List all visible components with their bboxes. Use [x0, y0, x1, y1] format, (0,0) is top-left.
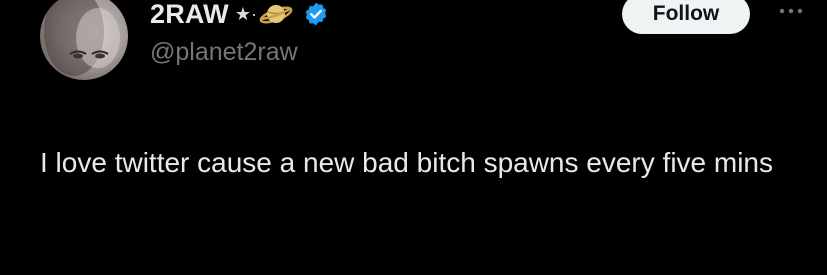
name-decoration-text: ★· — [234, 4, 257, 24]
avatar[interactable] — [40, 0, 128, 80]
display-name[interactable]: 2RAW — [150, 0, 229, 28]
author-handle[interactable]: @planet2raw — [150, 40, 298, 65]
more-options-icon[interactable] — [778, 6, 804, 16]
author-name-row: 2RAW ★· — [150, 0, 329, 32]
saturn-planet-emoji-icon — [259, 5, 293, 24]
verified-badge-icon — [305, 2, 327, 26]
tweet-text: I love twitter cause a new bad bitch spa… — [40, 147, 774, 178]
tweet-card: 2RAW ★· @planet2raw Follow I love twitte… — [0, 0, 827, 275]
name-decorations: ★· — [235, 0, 293, 29]
follow-button[interactable]: Follow — [622, 0, 750, 34]
profile-avatar-icon — [44, 0, 120, 76]
